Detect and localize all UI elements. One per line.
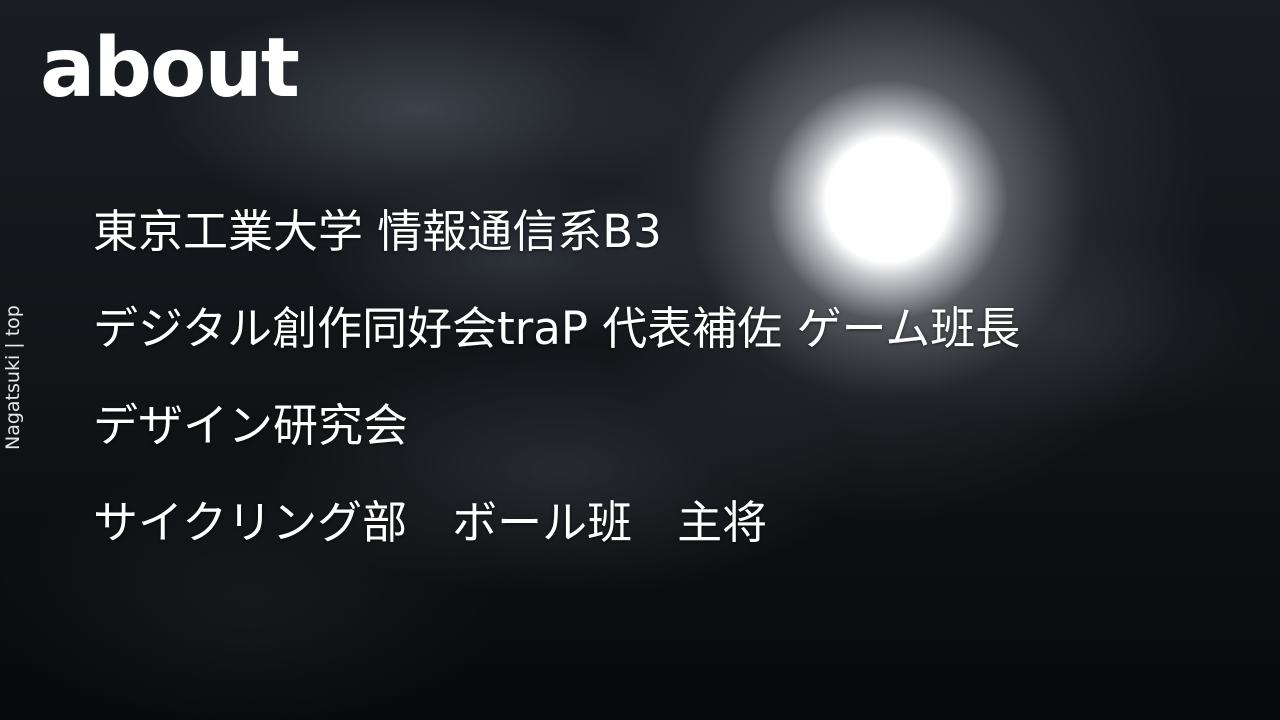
about-line-cycling: サイクリング部 ボール班 主将 [93,496,768,549]
about-line-trap: デジタル創作同好会traP 代表補佐 ゲーム班長 [93,302,1021,355]
side-navigation-label[interactable]: Nagatsuki | top [2,305,24,450]
about-list: 東京工業大学 情報通信系B3 デジタル創作同好会traP 代表補佐 ゲーム班長 … [93,200,1020,588]
page-title: about [40,21,300,116]
about-line-design: デザイン研究会 [93,399,409,452]
about-line-university: 東京工業大学 情報通信系B3 [93,205,662,258]
